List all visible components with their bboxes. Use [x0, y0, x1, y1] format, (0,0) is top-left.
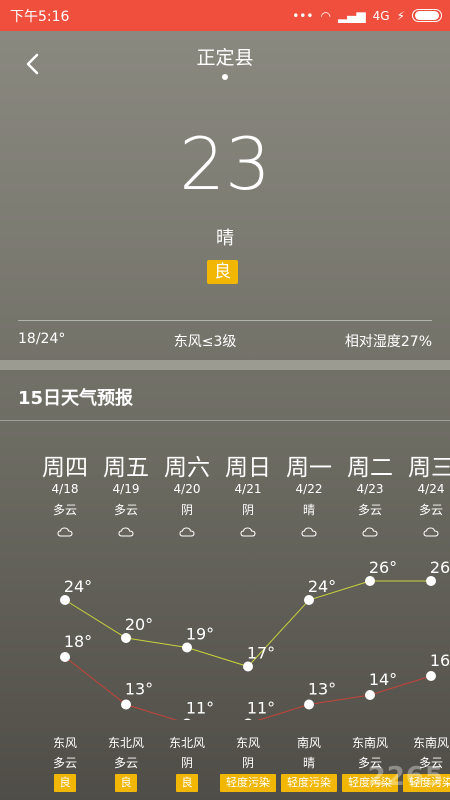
- low-temp-label: 16°: [430, 651, 450, 670]
- high-temp-label: 26°: [430, 560, 450, 577]
- day-condition: 多云: [113, 503, 138, 517]
- wind-info: 东风≤3级: [173, 334, 237, 350]
- divider: [18, 320, 432, 321]
- section-separator: [0, 360, 450, 370]
- day-wind: 东北风: [107, 736, 144, 750]
- day-aqi-badge: 良: [115, 774, 137, 792]
- low-temp-label: 11°: [247, 699, 275, 718]
- temperature-chart: 24° 20° 19° 17° 24° 26° 26° 18° 13° 11° 11° 13° 14° 1…: [60, 560, 450, 720]
- day-aqi-badge: 轻度污染: [281, 774, 337, 792]
- more-icon: •••: [292, 8, 314, 23]
- high-temp-label: 24°: [64, 577, 92, 596]
- low-temp-point: [244, 718, 252, 720]
- cloud-icon: [423, 527, 439, 537]
- high-temp-point: [60, 595, 70, 605]
- day-weekday: 周六: [164, 455, 210, 481]
- day-weekday: 周二: [347, 455, 393, 481]
- high-temp-point: [365, 576, 375, 586]
- watermark-logo: 2265: [367, 762, 444, 792]
- day-condition: 多云: [52, 503, 77, 517]
- day-aqi-badge: 轻度污染: [220, 774, 276, 792]
- cloud-icon: [301, 527, 317, 537]
- day-wind: 东北风: [168, 736, 205, 750]
- current-condition: 晴: [216, 228, 234, 249]
- humidity-info: 相对湿度27%: [344, 334, 432, 350]
- signal-icon: ▂▄▆: [337, 8, 366, 23]
- charging-icon: ⚡: [396, 8, 405, 23]
- day-condition: 晴: [302, 503, 315, 517]
- night-condition: 阴: [180, 756, 193, 770]
- high-temp-label: 19°: [186, 625, 214, 644]
- day-wind: 东风: [235, 736, 260, 750]
- weather-details: 18/24° 东风≤3级 相对湿度27%: [18, 331, 432, 351]
- day-wind: 东南风: [412, 736, 449, 750]
- day-date: 4/18: [51, 482, 79, 496]
- day-condition: 多云: [418, 503, 443, 517]
- cloud-icon: [240, 527, 256, 537]
- low-temp-point: [426, 671, 436, 681]
- day-condition: 阴: [180, 503, 193, 517]
- day-date: 4/19: [112, 482, 140, 496]
- low-temp-label: 13°: [308, 680, 336, 699]
- day-date: 4/24: [417, 482, 445, 496]
- temp-range: 18/24°: [18, 331, 66, 347]
- status-time: 下午5:16: [10, 8, 70, 25]
- status-icons: ••• ◠ ▂▄▆ 4G ⚡: [292, 9, 442, 23]
- high-temp-label: 26°: [369, 560, 397, 577]
- high-temp-label: 17°: [247, 644, 275, 663]
- day-date: 4/22: [295, 482, 323, 496]
- aqi-badge[interactable]: 良: [207, 260, 238, 284]
- day-weekday: 周三: [408, 455, 450, 481]
- cloud-icon: [179, 527, 195, 537]
- low-temp-label: 14°: [369, 670, 397, 689]
- day-wind: 南风: [296, 736, 321, 750]
- day-weekday: 周五: [103, 455, 149, 481]
- night-condition: 多云: [113, 756, 138, 770]
- day-date: 4/23: [356, 482, 384, 496]
- cloud-icon: [57, 527, 73, 537]
- battery-icon: [412, 9, 442, 22]
- low-temp-label: 13°: [125, 680, 153, 699]
- high-temp-point: [243, 661, 253, 672]
- high-temp-label: 20°: [125, 615, 153, 634]
- high-temp-label: 24°: [308, 577, 336, 596]
- forecast-title: 15日天气预报: [18, 388, 134, 409]
- day-date: 4/20: [173, 482, 201, 496]
- current-temperature: 23: [179, 122, 271, 206]
- day-condition: 多云: [357, 503, 382, 517]
- night-condition: 晴: [302, 756, 315, 770]
- low-temp-point: [60, 652, 70, 662]
- cloud-icon: [362, 527, 378, 537]
- night-condition: 阴: [241, 756, 254, 770]
- low-temp-label: 18°: [64, 632, 92, 651]
- day-weekday: 周四: [42, 455, 88, 481]
- day-condition: 阴: [241, 503, 254, 517]
- high-temp-point: [121, 633, 131, 643]
- low-temp-point: [183, 718, 191, 720]
- city-name: 正定县: [196, 47, 254, 69]
- low-temp-label: 11°: [186, 699, 214, 718]
- day-weekday: 周日: [225, 455, 271, 481]
- divider: [0, 420, 450, 421]
- cloud-icon: [118, 527, 134, 537]
- high-temp-point: [182, 642, 192, 653]
- status-bar: 下午5:16 ••• ◠ ▂▄▆ 4G ⚡: [0, 0, 450, 31]
- day-wind: 东南风: [351, 736, 388, 750]
- day-date: 4/21: [234, 482, 262, 496]
- low-temp-point: [121, 699, 131, 710]
- low-temp-point: [304, 699, 314, 710]
- page-indicator-dot: [222, 74, 228, 80]
- wifi-icon: ◠: [320, 8, 331, 23]
- low-temp-point: [365, 690, 375, 700]
- day-weekday: 周一: [286, 455, 332, 481]
- high-temp-point: [304, 595, 314, 605]
- network-type: 4G: [372, 8, 390, 23]
- day-aqi-badge: 良: [176, 774, 198, 792]
- high-temp-point: [426, 576, 436, 586]
- day-wind: 东风: [52, 736, 77, 750]
- night-condition: 多云: [52, 756, 77, 770]
- day-aqi-badge: 良: [54, 774, 76, 792]
